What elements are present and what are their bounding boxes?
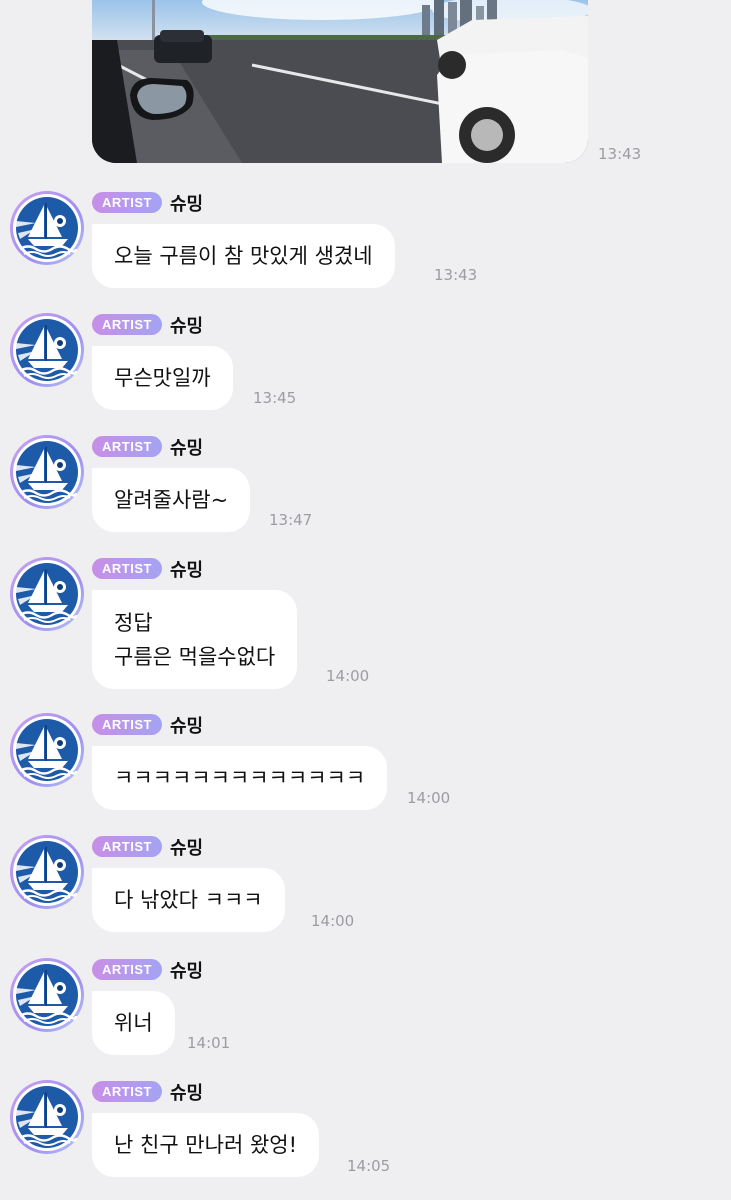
sender-name: 슈밍	[170, 316, 204, 337]
message-time: 13:47	[269, 511, 313, 529]
artist-badge: ARTIST	[92, 959, 162, 980]
message-text: 난 친구 만나러 왔엉!	[114, 1133, 298, 1157]
message-text: 오늘 구름이 참 맛있게 생겼네	[114, 244, 373, 268]
avatar[interactable]	[10, 191, 84, 265]
message-text: 알려줄사람~	[114, 488, 229, 512]
sender-name: 슈밍	[170, 838, 204, 859]
message-text: 구름은 먹을수없다	[114, 645, 276, 669]
avatar[interactable]	[10, 958, 84, 1032]
sender-name: 슈밍	[170, 560, 204, 581]
message-time: 14:01	[187, 1034, 231, 1052]
message-time: 13:43	[434, 266, 478, 284]
message-bubble[interactable]: 위너	[92, 991, 175, 1055]
message-bubble[interactable]: 정답 구름은 먹을수없다	[92, 590, 298, 689]
artist-badge: ARTIST	[92, 714, 162, 735]
avatar[interactable]	[10, 557, 84, 631]
sender-name: 슈밍	[170, 1083, 204, 1104]
message-bubble[interactable]: 난 친구 만나러 왔엉!	[92, 1113, 320, 1177]
message-time: 14:00	[311, 912, 355, 930]
artist-badge: ARTIST	[92, 192, 162, 213]
sender-name: 슈밍	[170, 194, 204, 215]
message-bubble[interactable]: 알려줄사람~	[92, 468, 251, 532]
avatar[interactable]	[10, 713, 84, 787]
sender-name: 슈밍	[170, 716, 204, 737]
avatar[interactable]	[10, 313, 84, 387]
chat-feed: 13:43 ARTIST 슈밍 오늘 구름이 참 맛있게 생겼네 13:43 A…	[0, 0, 731, 1200]
artist-badge: ARTIST	[92, 836, 162, 857]
photo-message: 13:43	[92, 0, 692, 163]
message-text: ㅋㅋㅋㅋㅋㅋㅋㅋㅋㅋㅋㅋㅋ	[114, 766, 366, 790]
message-time: 13:43	[598, 145, 642, 163]
message-bubble[interactable]: ㅋㅋㅋㅋㅋㅋㅋㅋㅋㅋㅋㅋㅋ	[92, 746, 388, 810]
message-time: 13:45	[253, 389, 297, 407]
message-text: 무슨맛일까	[114, 366, 211, 390]
message-text: 다 낚았다 ㅋㅋㅋ	[114, 888, 263, 912]
message-text: 정답	[114, 611, 153, 635]
message-bubble[interactable]: 다 낚았다 ㅋㅋㅋ	[92, 868, 285, 932]
sender-name: 슈밍	[170, 961, 204, 982]
avatar[interactable]	[10, 435, 84, 509]
message-text: 위너	[114, 1011, 153, 1035]
avatar[interactable]	[10, 1080, 84, 1154]
message-time: 14:00	[407, 789, 451, 807]
message-bubble[interactable]: 오늘 구름이 참 맛있게 생겼네	[92, 224, 395, 288]
artist-badge: ARTIST	[92, 436, 162, 457]
shared-photo[interactable]	[92, 0, 588, 163]
artist-badge: ARTIST	[92, 314, 162, 335]
message-time: 14:05	[347, 1157, 391, 1175]
artist-badge: ARTIST	[92, 558, 162, 579]
sender-name: 슈밍	[170, 438, 204, 459]
message-bubble[interactable]: 무슨맛일까	[92, 346, 233, 410]
artist-badge: ARTIST	[92, 1081, 162, 1102]
message-time: 14:00	[326, 667, 370, 685]
avatar[interactable]	[10, 835, 84, 909]
